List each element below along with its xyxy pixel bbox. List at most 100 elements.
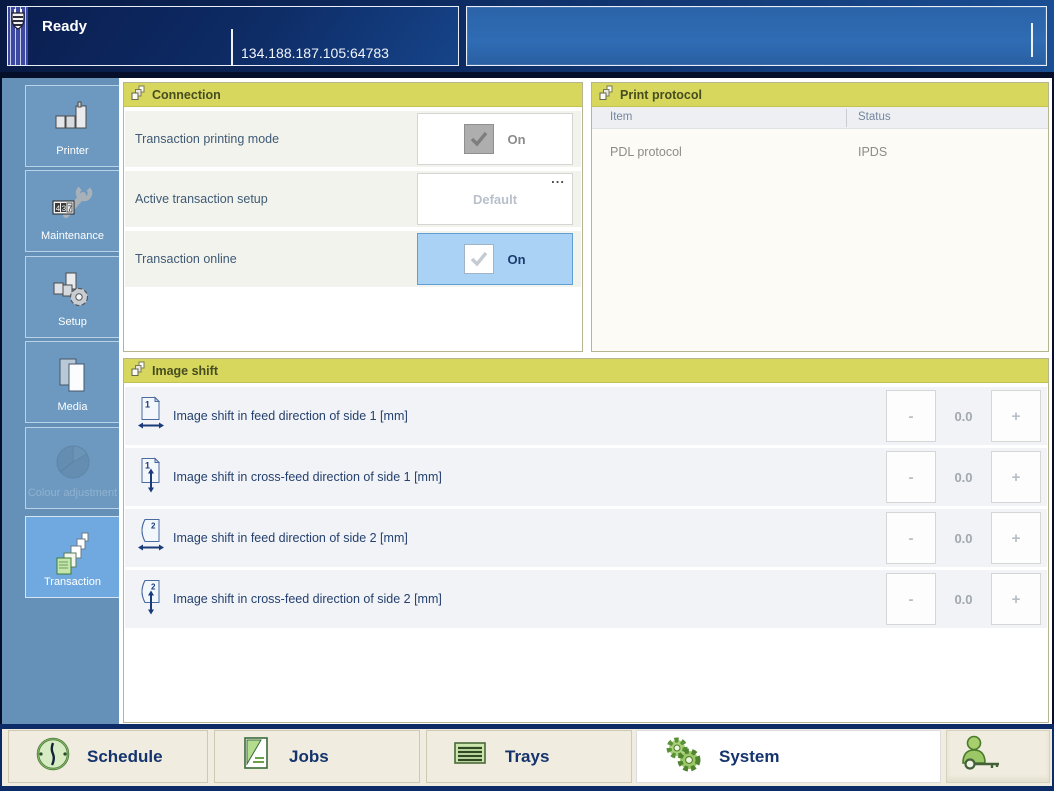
shift-row-feed-side2: 2 Image shift in feed direction of side … [125, 509, 1047, 567]
sidebar-item-printer[interactable]: Printer [25, 85, 119, 167]
image-shift-panel: Image shift 1 Image shift in feed direct… [123, 358, 1049, 723]
decrement-button[interactable]: - [886, 573, 936, 625]
shift-label: Image shift in feed direction of side 2 … [173, 531, 408, 545]
shift-label: Image shift in feed direction of side 1 … [173, 409, 408, 423]
increment-button[interactable]: + [991, 390, 1041, 442]
shift-feed-side2-icon: 2 [137, 518, 165, 559]
svg-text:2: 2 [151, 522, 156, 531]
shift-feed-side1-icon: 1 [137, 396, 165, 437]
secondary-panel-divider [1031, 23, 1033, 57]
more-options-ellipsis: ... [551, 171, 565, 186]
sidebar-item-transaction[interactable]: Transaction [25, 516, 119, 598]
maintenance-icon: 4 3 7 [52, 184, 94, 228]
bottom-navigation-bar: Schedule Jobs Trays System [0, 724, 1054, 791]
setting-label: Active transaction setup [135, 192, 268, 206]
tab-schedule[interactable]: Schedule [8, 730, 208, 783]
stepper-value: 0.0 [954, 408, 973, 424]
checkbox-checked-disabled-icon [464, 124, 495, 154]
svg-text:7: 7 [67, 205, 72, 214]
increment-button[interactable]: + [991, 512, 1041, 564]
shift-crossfeed-side1-icon: 1 [137, 457, 165, 498]
print-protocol-panel: Print protocol Item Status PDL protocol … [591, 82, 1049, 352]
setting-row-transaction-online: Transaction online On [125, 231, 581, 287]
svg-text:3: 3 [61, 205, 66, 214]
crossfeed-side1-stepper: - 0.0 + [886, 451, 1041, 503]
setting-row-transaction-printing-mode: Transaction printing mode On [125, 111, 581, 167]
svg-text:2: 2 [151, 583, 156, 592]
shift-crossfeed-side2-icon: 2 [137, 579, 165, 620]
increment-button[interactable]: + [991, 451, 1041, 503]
image-shift-panel-header: Image shift [124, 359, 1048, 383]
tab-system[interactable]: System [636, 730, 941, 783]
operator-access-button[interactable] [946, 730, 1050, 783]
tab-trays[interactable]: Trays [426, 730, 632, 783]
left-sidebar: Printer 4 3 7 Maintenance Setup Media Co… [2, 78, 119, 724]
panel-cascade-icon [599, 85, 613, 105]
top-status-bar: Ready 134.188.187.105:64783 [0, 0, 1054, 72]
system-gears-icon [663, 735, 703, 778]
decrement-button[interactable]: - [886, 451, 936, 503]
feed-side1-stepper: - 0.0 + [886, 390, 1041, 442]
transaction-icon [53, 531, 93, 580]
tab-label: Jobs [289, 746, 329, 766]
shift-row-feed-side1: 1 Image shift in feed direction of side … [125, 387, 1047, 445]
toggle-value: On [507, 251, 526, 267]
sidebar-item-media[interactable]: Media [25, 341, 119, 423]
bottom-bar-surface: Schedule Jobs Trays System [2, 729, 1052, 786]
schedule-clock-icon [35, 736, 71, 777]
tab-jobs[interactable]: Jobs [214, 730, 420, 783]
stepper-value: 0.0 [954, 591, 973, 607]
transaction-printing-mode-toggle: On [417, 113, 573, 165]
network-address: 134.188.187.105:64783 [241, 45, 389, 61]
shift-row-crossfeed-side1: 1 Image shift in cross-feed direction of… [125, 448, 1047, 506]
svg-text:1: 1 [145, 400, 150, 410]
panel-title: Connection [152, 87, 221, 102]
protocol-item-cell: PDL protocol [610, 145, 682, 159]
connection-panel: Connection Transaction printing mode On … [123, 82, 583, 352]
sidebar-item-label: Media [57, 401, 88, 413]
active-transaction-setup-picker: ... Default [417, 171, 573, 225]
column-divider [846, 109, 847, 127]
status-stripe-decoration [8, 7, 28, 65]
operator-key-icon [959, 735, 1003, 778]
decrement-button[interactable]: - [886, 390, 936, 442]
sidebar-item-label: Printer [56, 145, 89, 157]
setting-label: Transaction printing mode [135, 132, 280, 146]
protocol-table-header: Item Status [592, 107, 1048, 129]
colour-adjustment-icon [52, 442, 94, 487]
svg-text:1: 1 [145, 461, 150, 471]
svg-text:4: 4 [55, 205, 60, 214]
protocol-table-body: PDL protocol IPDS [592, 129, 1048, 351]
feed-side2-stepper: - 0.0 + [886, 512, 1041, 564]
sidebar-item-setup[interactable]: Setup [25, 256, 119, 338]
shift-label: Image shift in cross-feed direction of s… [173, 470, 442, 484]
tab-label: System [719, 746, 780, 766]
stepper-value: 0.0 [954, 469, 973, 485]
column-header-status: Status [858, 111, 891, 123]
setup-icon [52, 271, 94, 314]
shift-row-crossfeed-side2: 2 Image shift in cross-feed direction of… [125, 570, 1047, 628]
printer-status-panel: Ready 134.188.187.105:64783 [7, 6, 459, 66]
connection-plug-icon [9, 9, 27, 33]
connection-panel-header: Connection [124, 83, 582, 107]
panel-cascade-icon [131, 85, 145, 105]
sidebar-item-label: Maintenance [41, 230, 104, 242]
sidebar-item-colour-adjustment: Colour adjustment [25, 427, 119, 509]
table-row: PDL protocol IPDS [592, 129, 1048, 175]
checkbox-checked-icon [464, 244, 495, 274]
printer-status-text: Ready [42, 18, 88, 35]
print-protocol-panel-header: Print protocol [592, 83, 1048, 107]
increment-button[interactable]: + [991, 573, 1041, 625]
tab-label: Schedule [87, 746, 163, 766]
decrement-button[interactable]: - [886, 512, 936, 564]
printer-icon [54, 100, 92, 137]
jobs-document-icon [241, 736, 273, 777]
status-divider [231, 29, 233, 65]
sidebar-item-maintenance[interactable]: 4 3 7 Maintenance [25, 170, 119, 252]
crossfeed-side2-stepper: - 0.0 + [886, 573, 1041, 625]
picker-value: Default [472, 191, 518, 207]
transaction-online-toggle[interactable]: On [417, 233, 573, 285]
panel-cascade-icon [131, 361, 145, 381]
toggle-value: On [507, 131, 526, 147]
stepper-value: 0.0 [954, 530, 973, 546]
